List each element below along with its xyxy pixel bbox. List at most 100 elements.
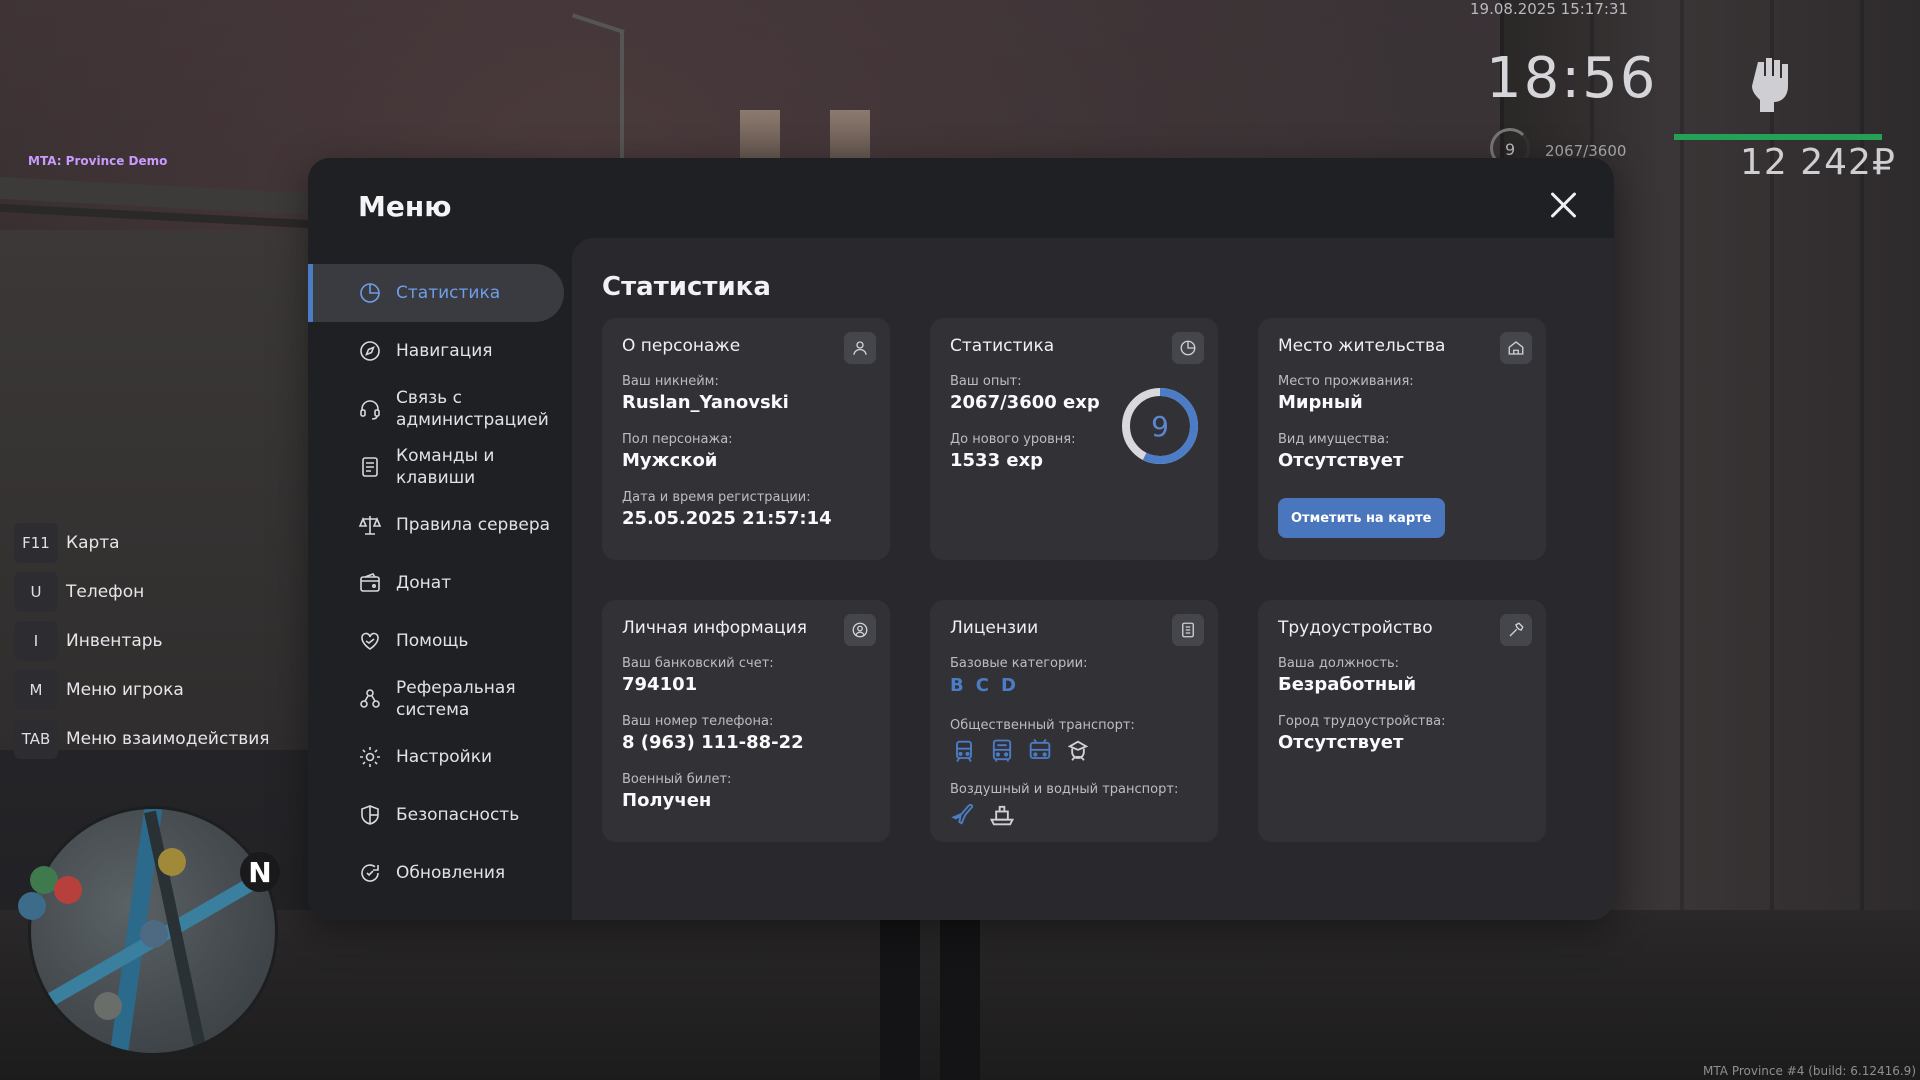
hotkey-interaction-menu[interactable]: TAB Меню взаимодействия xyxy=(14,714,270,763)
scales-icon xyxy=(358,516,382,535)
public-transport-icons xyxy=(950,737,1135,765)
gender-field: Пол персонажа: Мужской xyxy=(622,432,733,471)
headset-icon xyxy=(360,400,380,420)
menu-modal: Меню Статистика Навигация Связь с админи… xyxy=(308,158,1614,920)
field-label: Пол персонажа: xyxy=(622,432,733,447)
field-label: Ваша должность: xyxy=(1278,656,1400,671)
nickname-field: Ваш никнейм: Ruslan_Yanovski xyxy=(622,374,789,413)
nav-item-updates[interactable]: Обновления xyxy=(308,844,564,902)
hotkey-key: U xyxy=(14,571,58,612)
hotkey-label: Инвентарь xyxy=(66,630,163,651)
residence-card: Место жительства Место проживания: Мирны… xyxy=(1258,318,1546,560)
nav-item-navigation[interactable]: Навигация xyxy=(308,322,564,380)
player-character xyxy=(880,920,980,1080)
close-button[interactable] xyxy=(1546,188,1580,222)
license-document-icon xyxy=(1172,614,1204,646)
license-category-d: D xyxy=(1000,675,1016,696)
license-category-c: C xyxy=(975,675,989,696)
chart-pie-icon xyxy=(1172,332,1204,364)
air-water-transport-icons xyxy=(950,801,1178,829)
phone-field: Ваш номер телефона: 8 (963) 111-88-22 xyxy=(622,714,804,753)
car-blip-icon xyxy=(18,892,46,920)
license-categories: B C D xyxy=(950,675,1088,696)
licenses-card: Лицензии Базовые категории: B C D Общест… xyxy=(930,600,1218,842)
document-icon xyxy=(362,457,378,477)
wallet-icon xyxy=(360,573,380,592)
field-label: Вид имущества: xyxy=(1278,432,1390,447)
hotkey-label: Меню игрока xyxy=(66,679,184,700)
boat-icon xyxy=(989,805,1015,826)
nav-label: Донат xyxy=(396,573,452,593)
statistics-panel: Статистика О персонаже Ваш никнейм: Rusl… xyxy=(572,238,1614,920)
field-value: Мирный xyxy=(1278,392,1363,413)
field-value: Отсутствует xyxy=(1278,450,1404,471)
nav-label: Навигация xyxy=(396,341,493,361)
hotkey-map[interactable]: F11 Карта xyxy=(14,518,270,567)
personal-info-card: Личная информация Ваш банковский счет: 7… xyxy=(602,600,890,842)
compass-icon xyxy=(360,341,380,361)
bank-blip-icon xyxy=(94,992,122,1020)
field-label: До нового уровня: xyxy=(950,432,1076,447)
user-circle-icon xyxy=(844,614,876,646)
taxi-driver-icon xyxy=(1067,740,1089,761)
server-name: MTA: Province Demo xyxy=(28,154,168,168)
hud-datetime: 19.08.2025 15:17:31 xyxy=(1470,0,1629,18)
card-title: О персонаже xyxy=(622,336,741,356)
chart-pie-icon xyxy=(360,283,380,303)
airplane-icon xyxy=(951,803,974,825)
field-label: Базовые категории: xyxy=(950,656,1088,671)
field-value: Ruslan_Yanovski xyxy=(622,392,789,413)
field-value: Получен xyxy=(622,790,712,811)
nav-label: Обновления xyxy=(396,863,506,883)
license-category-b: B xyxy=(950,675,964,696)
hotkey-inventory[interactable]: I Инвентарь xyxy=(14,616,270,665)
stats-card: Статистика Ваш опыт: 2067/3600 exp До но… xyxy=(930,318,1218,560)
nav-label: Реферальная система xyxy=(396,678,516,720)
field-label: Ваш опыт: xyxy=(950,374,1022,389)
shield-icon xyxy=(361,805,379,825)
mark-on-map-button[interactable]: Отметить на карте xyxy=(1278,498,1445,538)
hud-clock: 18:56 xyxy=(1486,46,1658,111)
nav-label: Настройки xyxy=(396,747,493,767)
nav-item-security[interactable]: Безопасность xyxy=(308,786,564,844)
nav-item-referral[interactable]: Реферальная система xyxy=(308,670,564,728)
nav-item-commands[interactable]: Команды и клавиши xyxy=(308,438,564,496)
card-title: Лицензии xyxy=(950,618,1039,638)
field-label: Военный билет: xyxy=(622,772,732,787)
game-blip-icon xyxy=(158,848,186,876)
trolleybus-icon xyxy=(1029,738,1051,759)
refresh-icon xyxy=(361,864,379,882)
field-label: Дата и время регистрации: xyxy=(622,490,811,505)
nav-item-rules[interactable]: Правила сервера xyxy=(308,496,564,554)
card-title: Место жительства xyxy=(1278,336,1446,356)
health-bar xyxy=(1674,134,1882,140)
nav-item-donate[interactable]: Донат xyxy=(308,554,564,612)
residence-place-field: Место проживания: Мирный xyxy=(1278,374,1414,413)
field-label: Город трудоустройства: xyxy=(1278,714,1446,729)
home-blip-icon xyxy=(140,920,168,948)
nav-item-statistics[interactable]: Статистика xyxy=(308,264,564,322)
nav-label: Команды и клавиши xyxy=(396,446,495,488)
air-water-transport-field: Воздушный и водный транспорт: xyxy=(950,782,1178,829)
hud-money: 12 242₽ xyxy=(1740,142,1896,183)
nav-item-help[interactable]: Помощь xyxy=(308,612,564,670)
job-position-field: Ваша должность: Безработный xyxy=(1278,656,1416,695)
build-info: MTA Province #4 (build: 6.12416.9) xyxy=(1703,1064,1916,1078)
next-level-field: До нового уровня: 1533 exp xyxy=(950,432,1076,471)
hotkey-label: Карта xyxy=(66,532,120,553)
hotkey-phone[interactable]: U Телефон xyxy=(14,567,270,616)
menu-title: Меню xyxy=(358,190,452,223)
character-card: О персонаже Ваш никнейм: Ruslan_Yanovski… xyxy=(602,318,890,560)
nav-item-settings[interactable]: Настройки xyxy=(308,728,564,786)
hotkey-label: Меню взаимодействия xyxy=(66,728,270,749)
hotkey-player-menu[interactable]: M Меню игрока xyxy=(14,665,270,714)
field-label: Место проживания: xyxy=(1278,374,1414,389)
minimap-north-indicator: N xyxy=(240,852,280,892)
job-city-field: Город трудоустройства: Отсутствует xyxy=(1278,714,1445,753)
nav-label: Связь с администрацией xyxy=(396,388,549,430)
nav-item-admin-contact[interactable]: Связь с администрацией xyxy=(308,380,564,438)
field-value: 1533 exp xyxy=(950,450,1044,471)
people-icon xyxy=(360,689,380,708)
nav-label: Правила сервера xyxy=(396,515,551,535)
field-label: Общественный транспорт: xyxy=(950,718,1135,733)
